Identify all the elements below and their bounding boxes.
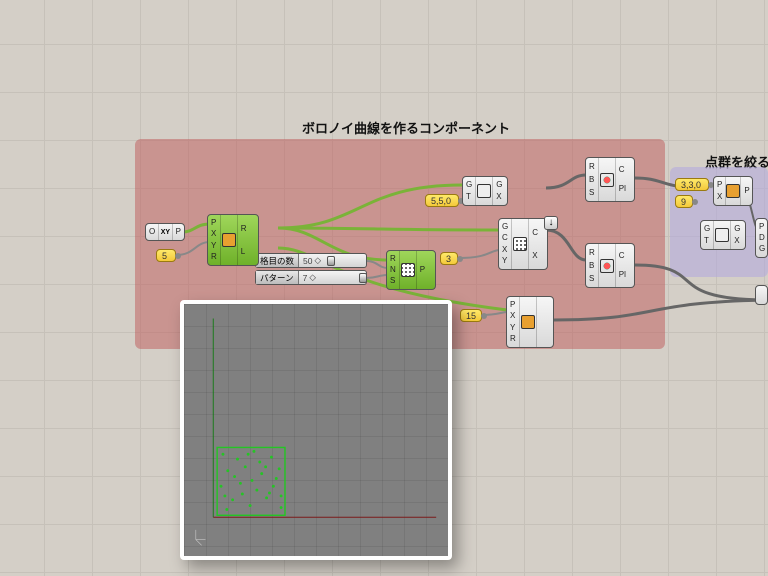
comp-orient-1[interactable]: RBS CPl: [585, 157, 635, 202]
slider-label: 格目の数: [256, 254, 299, 267]
comp-graft-2[interactable]: GT GX: [700, 220, 746, 250]
box-icon: [521, 315, 535, 329]
comp-xy-plane[interactable]: O XY P: [145, 223, 185, 241]
slider-label: パターン: [256, 271, 299, 284]
comp-cull[interactable]: PDG: [755, 218, 768, 258]
comp-point[interactable]: PX P: [713, 176, 753, 206]
comp-orient-2[interactable]: RBS CPl: [585, 243, 635, 288]
voronoi-icon: [513, 237, 527, 251]
panel-550[interactable]: 5,5,0: [425, 194, 459, 207]
panel-15[interactable]: 15: [460, 309, 482, 322]
populate-icon: [401, 263, 415, 277]
graft-icon: [477, 184, 491, 198]
graft-icon: [715, 228, 729, 242]
slider-pattern[interactable]: パターン 7◇: [255, 270, 367, 285]
comp-rectangle[interactable]: PX YR RL: [207, 214, 259, 266]
comp-voronoi[interactable]: GCXY ↓ CX: [498, 218, 548, 270]
orient-icon: [600, 173, 614, 187]
comp-populate-2d[interactable]: RNS P: [386, 250, 436, 290]
panel-5[interactable]: 5: [156, 249, 176, 262]
comp-extra[interactable]: [755, 285, 768, 305]
comp-graft-1[interactable]: GT GX: [462, 176, 508, 206]
panel-9[interactable]: 9: [675, 195, 693, 208]
comp-box[interactable]: PXYR: [506, 296, 554, 348]
orient-icon: [600, 259, 614, 273]
panel-3[interactable]: 3: [440, 252, 458, 265]
rectangle-icon: [222, 233, 236, 247]
preview-viewport[interactable]: [180, 300, 452, 560]
slider-value: 50: [303, 256, 312, 266]
panel-330[interactable]: 3,3,0: [675, 178, 709, 191]
slider-grid-count[interactable]: 格目の数 50◇: [255, 253, 367, 268]
slider-value: 7: [303, 273, 308, 283]
point-icon: [726, 184, 740, 198]
